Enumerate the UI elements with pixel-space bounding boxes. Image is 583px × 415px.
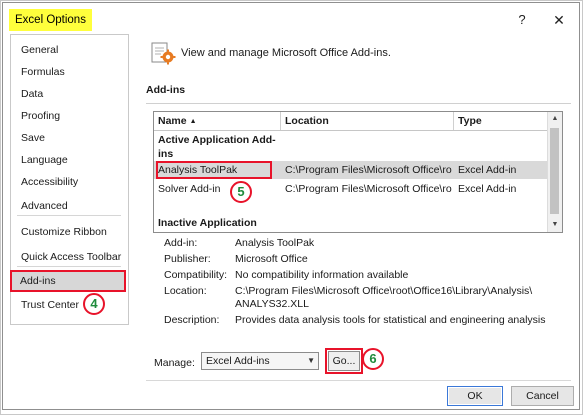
detail-value-publisher: Microsoft Office — [235, 253, 308, 265]
group-active-application-add-ins: Active Application Add-ins — [158, 134, 276, 160]
section-divider — [146, 103, 571, 104]
add-ins-gear-icon — [151, 40, 177, 66]
cell-location: C:\Program Files\Microsoft Office\ro — [285, 183, 452, 195]
page-header-text: View and manage Microsoft Office Add-ins… — [181, 47, 391, 59]
nav-item-add-ins[interactable]: Add-ins — [10, 270, 126, 292]
column-header-location[interactable]: Location — [281, 112, 454, 130]
excel-options-dialog: Excel Options ? ✕ General Formulas Data … — [2, 2, 580, 410]
go-button[interactable]: Go... — [328, 351, 360, 371]
manage-label: Manage: — [154, 357, 195, 369]
chevron-down-icon: ▼ — [307, 356, 315, 365]
nav-item-data[interactable]: Data — [11, 84, 128, 104]
nav-item-language[interactable]: Language — [11, 150, 128, 170]
nav-item-save[interactable]: Save — [11, 128, 128, 148]
scroll-up-icon[interactable]: ▲ — [548, 112, 562, 126]
cell-location: C:\Program Files\Microsoft Office\ro — [285, 164, 452, 176]
annotation-highlight-box — [156, 161, 272, 179]
add-ins-table[interactable]: Name ▲ Location Type Active Application A… — [153, 111, 563, 233]
table-row[interactable]: Solver Add-in C:\Program Files\Microsoft… — [154, 180, 547, 198]
detail-label-compatibility: Compatibility: — [164, 269, 228, 281]
group-inactive-application-add-ins: Inactive Application — [158, 217, 257, 229]
step-badge-5: 5 — [230, 181, 252, 203]
detail-value-add-in: Analysis ToolPak — [235, 237, 315, 249]
options-nav: General Formulas Data Proofing Save Lang… — [10, 34, 129, 325]
nav-item-advanced[interactable]: Advanced — [11, 196, 128, 216]
dialog-title: Excel Options — [9, 9, 92, 31]
nav-separator — [17, 215, 121, 216]
nav-item-general[interactable]: General — [11, 40, 128, 60]
detail-value-location-file: ANALYS32.XLL — [235, 298, 309, 310]
manage-dropdown-value: Excel Add-ins — [206, 355, 270, 367]
nav-item-proofing[interactable]: Proofing — [11, 106, 128, 126]
detail-value-description: Provides data analysis tools for statist… — [235, 314, 546, 326]
column-header-type[interactable]: Type — [454, 112, 547, 130]
detail-value-location: C:\Program Files\Microsoft Office\root\O… — [235, 285, 533, 297]
section-title: Add-ins — [146, 84, 186, 96]
cell-name: Solver Add-in — [158, 183, 221, 195]
step-badge-6: 6 — [362, 348, 384, 370]
manage-dropdown[interactable]: Excel Add-ins ▼ — [201, 352, 319, 370]
footer-divider — [146, 380, 571, 381]
step-badge-4: 4 — [83, 293, 105, 315]
sort-ascending-icon: ▲ — [189, 118, 197, 125]
detail-label-location: Location: — [164, 285, 207, 297]
nav-item-customize-ribbon[interactable]: Customize Ribbon — [11, 222, 128, 242]
scroll-down-icon[interactable]: ▼ — [548, 218, 562, 232]
cell-type: Excel Add-in — [458, 183, 517, 195]
nav-item-quick-access-toolbar[interactable]: Quick Access Toolbar — [11, 247, 128, 267]
cell-type: Excel Add-in — [458, 164, 517, 176]
nav-item-trust-center[interactable]: Trust Center — [11, 295, 128, 315]
scrollbar-thumb[interactable] — [550, 128, 559, 214]
ok-button[interactable]: OK — [447, 386, 503, 406]
close-button[interactable]: ✕ — [548, 9, 570, 31]
nav-item-formulas[interactable]: Formulas — [11, 62, 128, 82]
table-header: Name ▲ Location Type — [154, 112, 547, 131]
detail-value-compatibility: No compatibility information available — [235, 269, 409, 281]
help-button[interactable]: ? — [511, 9, 533, 31]
nav-separator — [17, 266, 121, 267]
detail-label-publisher: Publisher: — [164, 253, 211, 265]
vertical-scrollbar[interactable]: ▲ ▼ — [547, 112, 562, 232]
detail-label-add-in: Add-in: — [164, 237, 198, 249]
cancel-button[interactable]: Cancel — [511, 386, 574, 406]
nav-item-accessibility[interactable]: Accessibility — [11, 172, 128, 192]
detail-label-description: Description: — [164, 314, 220, 326]
column-header-name[interactable]: Name ▲ — [154, 112, 281, 130]
